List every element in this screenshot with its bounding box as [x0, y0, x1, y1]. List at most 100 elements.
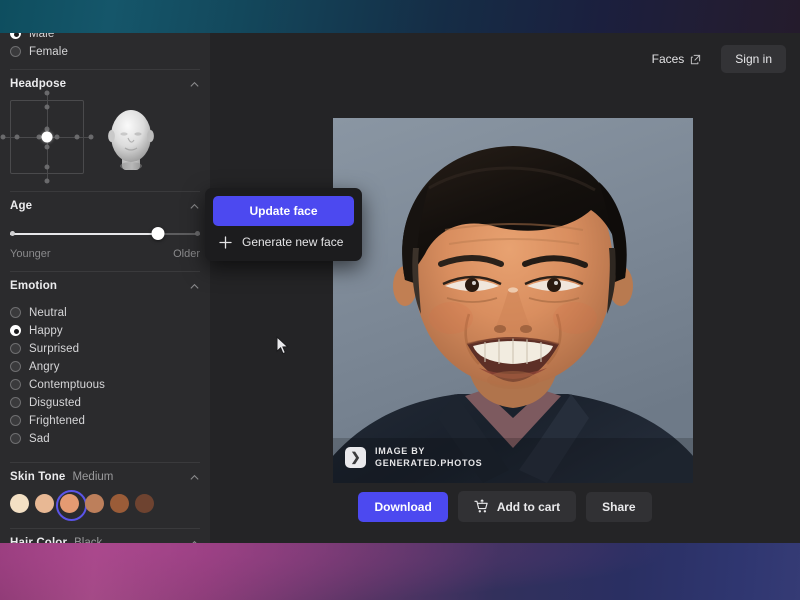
share-button[interactable]: Share — [586, 491, 652, 522]
action-bar: Download Add to cart Share — [210, 491, 800, 522]
section-title: Emotion — [10, 280, 58, 292]
emotion-option-frightened[interactable]: Frightened — [10, 412, 200, 429]
chevron-up-icon[interactable] — [189, 538, 200, 543]
age-min-label: Younger — [10, 248, 51, 260]
emotion-option-disgusted[interactable]: Disgusted — [10, 394, 200, 411]
pose-dot[interactable] — [44, 144, 50, 150]
radio-indicator — [10, 415, 21, 426]
pose-dot[interactable] — [0, 134, 6, 140]
plus-icon — [219, 235, 232, 249]
radio-indicator — [10, 433, 21, 444]
radio-indicator — [10, 343, 21, 354]
emotion-option-sad[interactable]: Sad — [10, 430, 200, 447]
skin-tone-value: Medium — [72, 471, 114, 483]
pose-dot[interactable] — [54, 134, 60, 140]
gender-option-male[interactable]: Male — [10, 33, 200, 42]
gender-option-label: Female — [29, 45, 68, 58]
section-header-headpose[interactable]: Headpose — [10, 70, 200, 98]
app-root: Male Female Headpose Age Younger Older E… — [0, 0, 800, 600]
app-window: Male Female Headpose Age Younger Older E… — [0, 33, 800, 543]
add-to-cart-button[interactable]: Add to cart — [457, 491, 577, 522]
emotion-option-happy[interactable]: Happy — [10, 322, 200, 339]
emotion-option-label: Angry — [29, 360, 60, 373]
top-decorative-gradient — [0, 0, 800, 33]
radio-indicator — [10, 307, 21, 318]
portrait-artwork — [333, 118, 693, 483]
slider-endpoint-max — [195, 231, 200, 236]
section-title: Hair Color — [10, 537, 68, 543]
emotion-option-label: Frightened — [29, 414, 85, 427]
emotion-option-angry[interactable]: Angry — [10, 358, 200, 375]
radio-indicator — [10, 325, 21, 336]
section-title: Skin Tone — [10, 471, 66, 483]
emotion-radio-group: Neutral Happy Surprised Angry Contemptuo… — [10, 300, 200, 453]
bottom-decorative-gradient — [0, 543, 800, 600]
emotion-option-label: Surprised — [29, 342, 80, 355]
chevron-up-icon[interactable] — [189, 201, 200, 212]
controls-sidebar: Male Female Headpose Age Younger Older E… — [0, 33, 210, 543]
pose-dot[interactable] — [14, 134, 20, 140]
skin-tone-swatch-3[interactable] — [85, 494, 104, 513]
slider-fill — [10, 233, 159, 235]
face-actions-popup: Update face Generate new face — [205, 188, 362, 261]
skin-tone-swatch-4[interactable] — [110, 494, 129, 513]
pose-dot[interactable] — [44, 178, 50, 184]
section-header-age[interactable]: Age — [10, 192, 200, 220]
emotion-option-label: Neutral — [29, 306, 67, 319]
add-to-cart-label: Add to cart — [496, 499, 561, 514]
download-button[interactable]: Download — [358, 491, 448, 522]
emotion-option-surprised[interactable]: Surprised — [10, 340, 200, 357]
headpose-controls — [0, 90, 200, 184]
age-slider-handle[interactable] — [151, 227, 165, 240]
radio-indicator — [10, 379, 21, 390]
update-face-label: Update face — [249, 204, 318, 218]
gender-option-female[interactable]: Female — [10, 43, 200, 60]
headpose-grid[interactable] — [0, 90, 94, 184]
radio-indicator — [10, 361, 21, 372]
chevron-up-icon[interactable] — [189, 79, 200, 90]
section-title: Age — [10, 200, 33, 212]
generated-face-image[interactable]: ❯ IMAGE BY GENERATED.PHOTOS — [333, 118, 693, 483]
section-header-hair-color[interactable]: Hair Color Black — [10, 529, 200, 543]
watermark: ❯ IMAGE BY GENERATED.PHOTOS — [345, 445, 482, 469]
radio-indicator — [10, 397, 21, 408]
emotion-option-neutral[interactable]: Neutral — [10, 304, 200, 321]
external-link-icon — [690, 54, 701, 65]
emotion-option-contemptuous[interactable]: Contemptuous — [10, 376, 200, 393]
section-header-emotion[interactable]: Emotion — [10, 272, 200, 300]
radio-indicator — [10, 46, 21, 57]
skin-tone-swatch-5[interactable] — [135, 494, 154, 513]
head-preview-3d — [100, 100, 162, 174]
skin-tone-swatch-1[interactable] — [35, 494, 54, 513]
skin-tone-swatch-2[interactable] — [56, 490, 87, 521]
pose-dot[interactable] — [44, 90, 50, 96]
chevron-up-icon[interactable] — [189, 472, 200, 483]
watermark-line-2: GENERATED.PHOTOS — [375, 458, 483, 468]
generate-new-face-item[interactable]: Generate new face — [213, 226, 354, 253]
sign-in-button[interactable]: Sign in — [721, 45, 786, 73]
faces-link[interactable]: Faces — [644, 46, 710, 72]
gender-option-label: Male — [29, 33, 55, 40]
chevron-up-icon[interactable] — [189, 281, 200, 292]
gender-radio-group: Male Female — [10, 33, 200, 60]
pose-handle[interactable] — [41, 131, 53, 143]
radio-indicator — [10, 33, 21, 39]
skin-tone-swatches — [10, 490, 200, 521]
section-header-skin-tone[interactable]: Skin Tone Medium — [10, 463, 200, 491]
age-slider[interactable]: Younger Older — [10, 220, 200, 262]
generated-photos-logo-icon: ❯ — [345, 446, 366, 468]
slider-endpoint-min — [10, 231, 15, 236]
pose-dot[interactable] — [44, 104, 50, 110]
update-face-button[interactable]: Update face — [213, 196, 354, 226]
generate-new-face-label: Generate new face — [242, 235, 344, 249]
skin-tone-swatch-0[interactable] — [10, 494, 29, 513]
pose-dot[interactable] — [44, 164, 50, 170]
section-title: Headpose — [10, 78, 67, 90]
emotion-option-label: Sad — [29, 432, 50, 445]
hair-color-value: Black — [74, 537, 103, 543]
pose-dot[interactable] — [74, 134, 80, 140]
pose-dot[interactable] — [88, 134, 94, 140]
main-panel: Faces Sign in ❯ IMAGE BY GENERATED.PHOTO… — [210, 33, 800, 543]
faces-link-label: Faces — [651, 52, 685, 66]
emotion-option-label: Contemptuous — [29, 378, 105, 391]
